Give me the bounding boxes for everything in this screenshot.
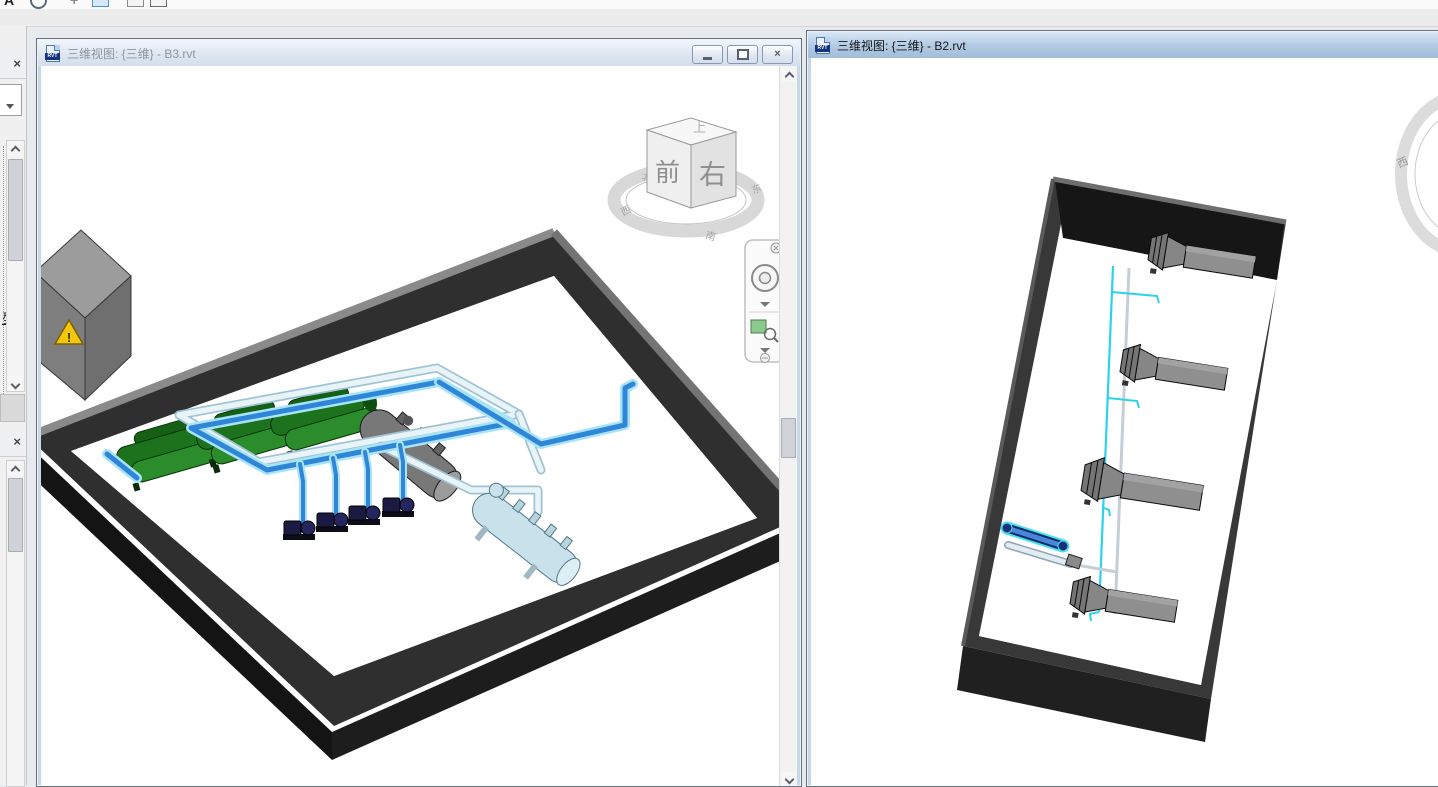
scrollbar-thumb[interactable] bbox=[8, 159, 23, 261]
viewcube-right-label[interactable]: 右 bbox=[699, 160, 726, 190]
scroll-down-button[interactable] bbox=[7, 376, 22, 391]
properties-palette-header: × bbox=[0, 52, 26, 79]
window-b3-titlebar[interactable]: RVT 三维视图: {三维} - B3.rvt × bbox=[38, 40, 800, 66]
view-b3-vscrollbar[interactable] bbox=[779, 66, 797, 786]
tree-guide-line bbox=[3, 146, 4, 396]
scene-b3: ! bbox=[41, 66, 780, 786]
close-properties-icon[interactable]: × bbox=[13, 56, 21, 71]
properties-palette-edge: × 型 bbox=[0, 26, 27, 430]
viewcube-front-label[interactable]: 前 bbox=[655, 159, 680, 187]
browser-scrollbar[interactable] bbox=[6, 460, 25, 787]
machine-room-walls[interactable] bbox=[41, 232, 780, 760]
navbar-collapse-icon[interactable] bbox=[761, 354, 770, 363]
close-icon: × bbox=[774, 49, 780, 60]
rvt-file-icon: RVT bbox=[45, 45, 61, 61]
close-box-icon[interactable] bbox=[127, 0, 144, 7]
chevron-down-icon[interactable] bbox=[6, 104, 14, 109]
svg-text:!: ! bbox=[67, 330, 71, 345]
gray-duct-box[interactable]: ! bbox=[41, 230, 131, 400]
ribbon-lower-band bbox=[0, 9, 1438, 27]
view-b3-canvas[interactable]: ! bbox=[41, 66, 780, 786]
scroll-up-button[interactable] bbox=[7, 141, 22, 156]
minimize-button[interactable] bbox=[692, 45, 723, 64]
properties-scrollbar[interactable] bbox=[6, 140, 25, 392]
selected-tool-icon[interactable] bbox=[92, 0, 109, 7]
scroll-up-button[interactable] bbox=[7, 461, 22, 476]
viewcube-top-label[interactable]: 上 bbox=[693, 120, 706, 135]
scrollbar-thumb[interactable] bbox=[8, 478, 23, 552]
ribbon-bottom-sliver: A + bbox=[0, 0, 1438, 9]
rvt-file-icon: RVT bbox=[815, 37, 831, 53]
pin-icon[interactable]: + bbox=[70, 0, 78, 8]
scrollbar-thumb[interactable] bbox=[781, 418, 796, 458]
globe-icon[interactable] bbox=[30, 0, 47, 9]
browser-palette-header: × bbox=[0, 430, 26, 457]
restore-icon bbox=[737, 49, 749, 60]
type-selector-combobox[interactable] bbox=[0, 84, 22, 116]
close-browser-icon[interactable]: × bbox=[13, 434, 21, 449]
steering-wheel-icon[interactable] bbox=[752, 265, 778, 291]
view-b2-canvas[interactable]: 西 bbox=[811, 58, 1438, 786]
viewcube-compass-partial[interactable]: 西 bbox=[1395, 96, 1438, 252]
text-tool-icon[interactable]: A bbox=[4, 0, 14, 8]
scroll-up-button[interactable] bbox=[781, 67, 796, 82]
paste-box-icon[interactable] bbox=[150, 0, 167, 7]
minimize-icon bbox=[703, 57, 712, 60]
window-b3[interactable]: RVT 三维视图: {三维} - B3.rvt × ! bbox=[36, 38, 802, 787]
navigation-bar[interactable] bbox=[745, 240, 780, 363]
scroll-down-button[interactable] bbox=[781, 772, 796, 786]
viewcube[interactable]: 西 北 南 东 前 右 上 bbox=[614, 118, 763, 243]
window-b3-title: 三维视图: {三维} - B3.rvt bbox=[67, 45, 196, 62]
close-button[interactable]: × bbox=[762, 45, 793, 64]
scene-b2: 西 bbox=[811, 58, 1438, 786]
browser-palette-edge: × bbox=[0, 430, 27, 785]
restore-button[interactable] bbox=[727, 45, 758, 64]
horizontal-scrollbar-thumb[interactable] bbox=[0, 394, 25, 422]
window-b2[interactable]: RVT 三维视图: {三维} - B2.rvt bbox=[806, 30, 1438, 787]
window-b2-titlebar[interactable]: RVT 三维视图: {三维} - B2.rvt bbox=[808, 32, 1438, 58]
window-b2-title: 三维视图: {三维} - B2.rvt bbox=[837, 37, 966, 54]
